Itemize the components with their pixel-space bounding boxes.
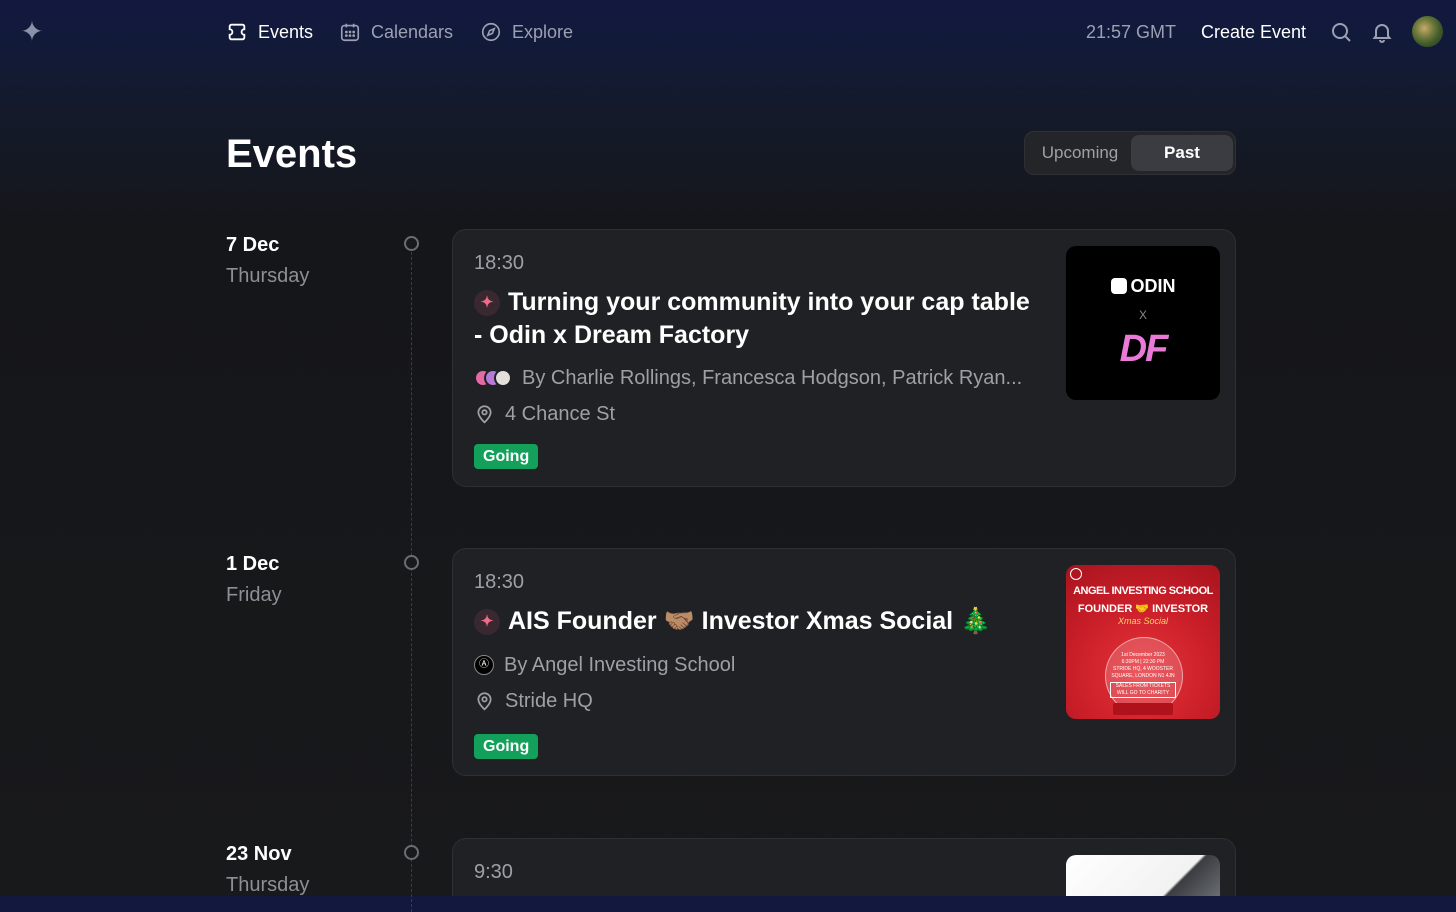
map-pin-icon [477, 404, 492, 424]
nav-explore-label: Explore [512, 21, 574, 42]
event-location: 4 Chance St [474, 401, 615, 427]
event-card[interactable]: 9:30 [452, 838, 1236, 896]
ais-mini-logo [1070, 568, 1082, 580]
page-title: Events [226, 132, 358, 176]
event-card[interactable]: 18:30 ✦ Turning your community into your … [452, 229, 1236, 487]
df-logo: DF [1119, 328, 1169, 370]
current-time: 21:57 GMT [1086, 22, 1177, 42]
event-weekday: Thursday [226, 874, 310, 896]
timeline-dot [404, 845, 419, 860]
event-location-text: 4 Chance St [505, 403, 616, 425]
timeline-line [411, 252, 412, 912]
calendar-icon [340, 23, 360, 42]
sparkle-icon: ✦ [474, 290, 500, 316]
cover-note: SALES FROM TICKETS WILL GO TO CHARITY [1110, 682, 1176, 698]
nav-calendars[interactable]: Calendars [339, 20, 453, 44]
odin-logo-icon [1110, 278, 1127, 294]
cover-details: 1st December 2023 6:30PM | 22:30 PM STRI… [1110, 652, 1176, 698]
upcoming-past-toggle: Upcoming Past [1024, 131, 1236, 175]
user-avatar[interactable] [1412, 16, 1443, 47]
event-hosts: By Charlie Rollings, Francesca Hodgson, … [474, 365, 1022, 391]
nav-events[interactable]: Events [226, 20, 313, 44]
event-weekday: Thursday [226, 265, 310, 287]
nav-events-label: Events [258, 21, 314, 42]
event-hosts: Ⓐ By Angel Investing School [474, 652, 735, 678]
event-title-text: AIS Founder 🤝🏽 Investor Xmas Social 🎄 [508, 607, 992, 635]
ais-avatar: Ⓐ [474, 655, 494, 675]
create-event-button[interactable]: Create Event [1201, 20, 1306, 44]
cover-script: Xmas Social [1117, 616, 1169, 626]
cover-line1: ANGEL INVESTING SCHOOL [1073, 585, 1213, 597]
event-card[interactable]: 18:30 ✦ AIS Founder 🤝🏽 Investor Xmas Soci… [452, 548, 1236, 776]
top-bar: ✦ Events Calendars Explore 21:57 GMT Cre… [0, 0, 1456, 64]
event-time: 9:30 [474, 861, 513, 883]
event-hosts-text: By Charlie Rollings, Francesca Hodgson, … [522, 367, 1023, 389]
event-date: 7 Dec [226, 234, 280, 256]
event-title[interactable]: ✦ Turning your community into your cap ta… [474, 286, 1044, 352]
cover-venue: STRIDE HQ, 4 WOOSTER SQUARE, LONDON N1 4… [1111, 666, 1175, 679]
host-avatars [474, 369, 512, 387]
event-date: 1 Dec [226, 553, 280, 575]
cover-time: 6:30PM | 22:30 PM [1121, 659, 1165, 665]
nav-explore[interactable]: Explore [480, 20, 573, 44]
event-cover-image: ANGEL INVESTING SCHOOL FOUNDER 🤝 INVESTO… [1066, 565, 1220, 719]
cover-date: 1st December 2023 [1121, 652, 1165, 658]
globe-base [1113, 703, 1173, 715]
search-icon[interactable] [1329, 20, 1353, 44]
event-title-text: Turning your community into your cap tab… [474, 288, 1030, 349]
map-pin-icon [477, 691, 492, 711]
compass-icon [481, 22, 501, 42]
bell-icon[interactable] [1370, 20, 1394, 44]
collab-x: X [1138, 308, 1147, 322]
odin-brand-text: ODIN [1130, 276, 1176, 296]
host-avatar [494, 369, 512, 387]
event-date: 23 Nov [226, 843, 292, 865]
luma-logo-icon[interactable]: ✦ [19, 18, 45, 46]
tab-past[interactable]: Past [1131, 135, 1233, 171]
event-location-text: Stride HQ [505, 690, 593, 712]
event-time: 18:30 [474, 571, 525, 593]
timeline-dot [404, 555, 419, 570]
going-badge: Going [474, 734, 539, 759]
going-badge: Going [474, 444, 539, 469]
event-title[interactable]: ✦ AIS Founder 🤝🏽 Investor Xmas Social 🎄 [474, 605, 1044, 638]
event-time: 18:30 [474, 252, 525, 274]
event-cover-image [1066, 855, 1220, 896]
event-location: Stride HQ [474, 688, 593, 714]
ticket-icon [228, 23, 246, 41]
sparkle-icon: ✦ [474, 609, 500, 635]
event-weekday: Friday [226, 584, 282, 606]
odin-logo: ODIN [1066, 276, 1220, 297]
timeline-dot [404, 236, 419, 251]
event-hosts-text: By Angel Investing School [504, 654, 736, 676]
tab-upcoming[interactable]: Upcoming [1029, 135, 1131, 171]
nav-calendars-label: Calendars [371, 21, 454, 42]
event-cover-image: ODIN X DF [1066, 246, 1220, 400]
cover-line2: FOUNDER 🤝 INVESTOR [1077, 603, 1209, 615]
